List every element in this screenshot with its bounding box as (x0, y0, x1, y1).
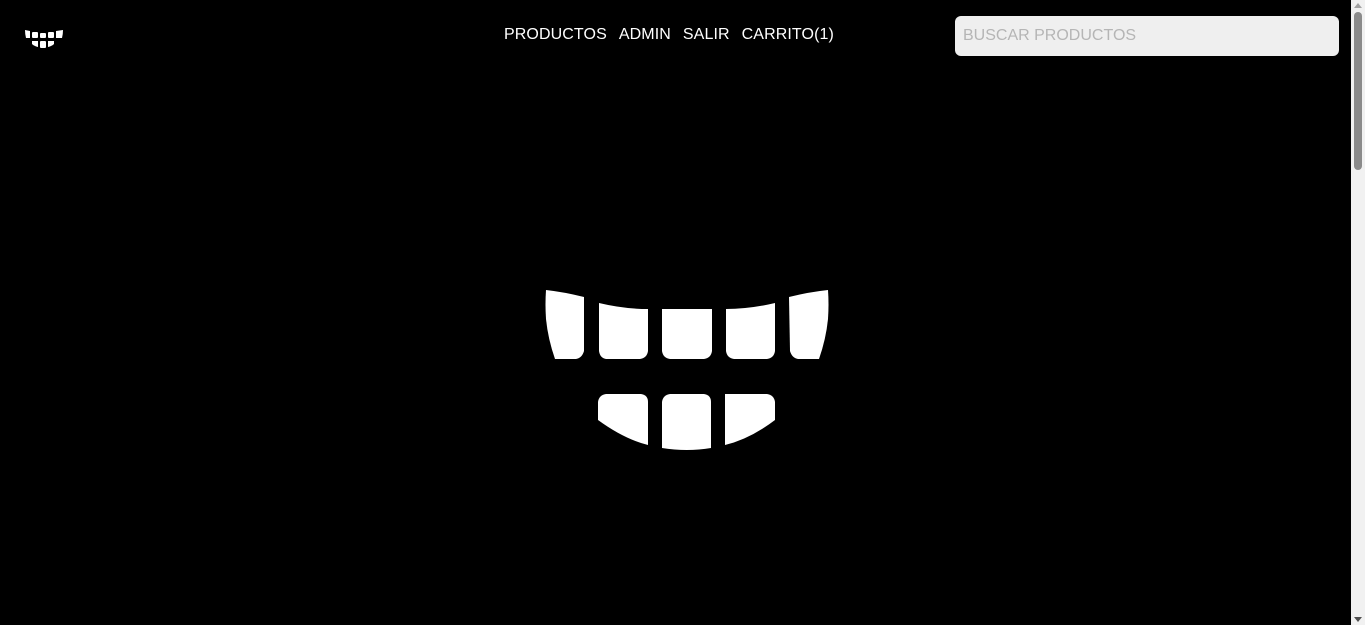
nav-admin-link[interactable]: ADMIN (619, 25, 671, 45)
scroll-up-arrow-icon[interactable] (1354, 3, 1362, 8)
scroll-down-arrow-icon[interactable] (1354, 617, 1362, 622)
main-nav: PRODUCTOS ADMIN SALIR CARRITO(1) (504, 25, 834, 45)
nav-carrito-link[interactable]: CARRITO(1) (742, 25, 834, 45)
nav-salir-link[interactable]: SALIR (683, 25, 730, 45)
teeth-smile-icon (544, 289, 830, 454)
nav-productos-link[interactable]: PRODUCTOS (504, 25, 607, 45)
page: PRODUCTOS ADMIN SALIR CARRITO(1) (0, 0, 1365, 625)
search-input[interactable] (955, 16, 1339, 56)
scroll-thumb[interactable] (1354, 12, 1362, 170)
vertical-scrollbar[interactable] (1351, 0, 1365, 625)
teeth-logo-icon[interactable] (24, 27, 64, 51)
